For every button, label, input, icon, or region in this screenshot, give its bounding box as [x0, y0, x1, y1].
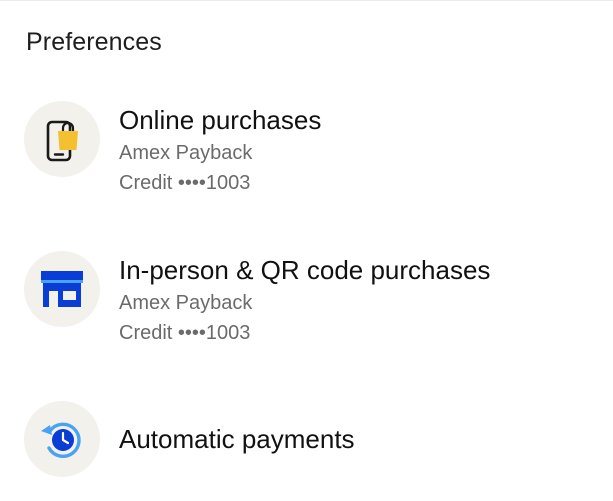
item-text: Online purchases Amex Payback Credit •••…	[119, 102, 321, 198]
phone-shopping-bag-icon	[46, 120, 78, 162]
item-program: Amex Payback	[119, 142, 253, 164]
item-title: In-person & QR code purchases	[119, 255, 491, 285]
preference-item-automatic-payments[interactable]: Automatic payments	[24, 401, 594, 477]
item-program: Amex Payback	[119, 292, 253, 314]
icon-badge	[24, 401, 100, 477]
preference-item-in-person-purchases[interactable]: In-person & QR code purchases Amex Payba…	[24, 251, 594, 361]
item-text: In-person & QR code purchases Amex Payba…	[119, 252, 490, 348]
icon-badge	[24, 251, 100, 327]
icon-badge	[24, 101, 100, 177]
item-card: Credit ••••1003	[119, 172, 251, 194]
item-title: Automatic payments	[119, 424, 355, 454]
clock-refresh-icon	[41, 422, 81, 458]
page-title: Preferences	[26, 28, 162, 56]
item-text: Automatic payments	[119, 421, 355, 457]
item-title: Online purchases	[119, 105, 322, 135]
storefront-icon	[41, 271, 83, 307]
preferences-screen: Preferences Online purchases Amex Paybac…	[0, 0, 613, 501]
preference-item-online-purchases[interactable]: Online purchases Amex Payback Credit •••…	[24, 101, 594, 211]
item-card: Credit ••••1003	[119, 322, 251, 344]
